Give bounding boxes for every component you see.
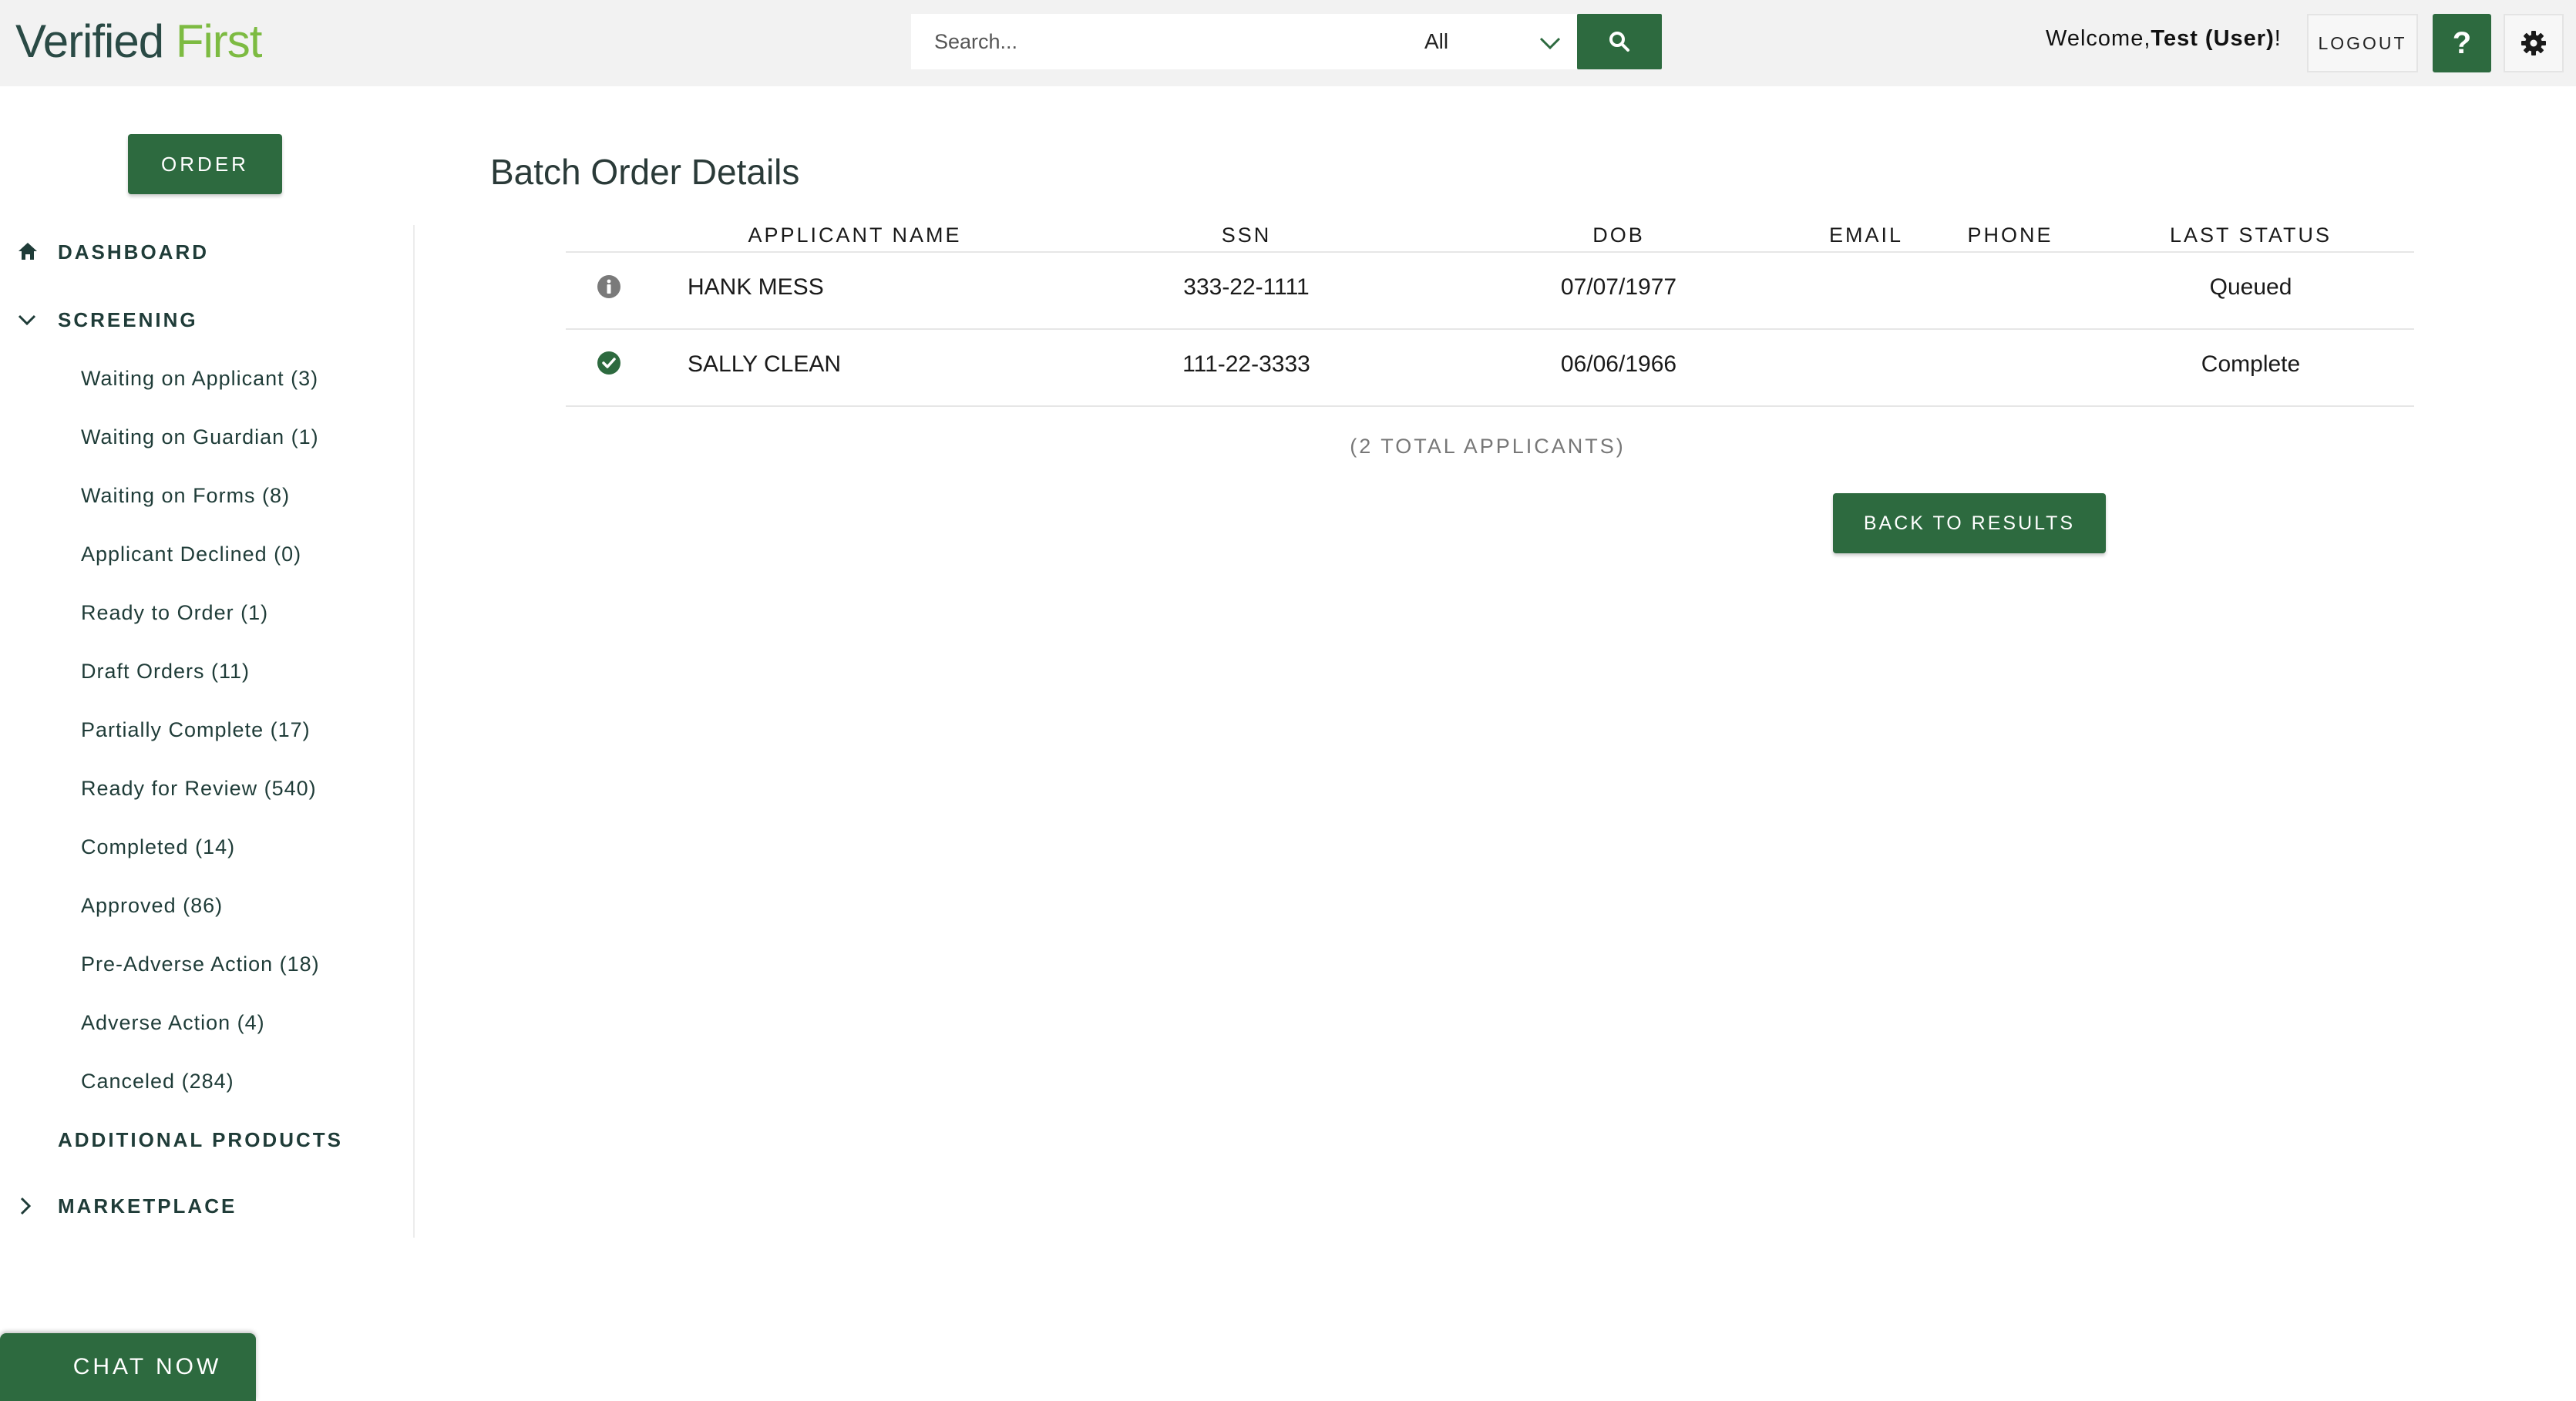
- sidebar-item-ready-for-review[interactable]: Ready for Review (540): [81, 773, 317, 804]
- applicant-name[interactable]: HANK MESS: [688, 274, 824, 301]
- chevron-down-icon[interactable]: [17, 311, 37, 328]
- table-row-divider: [566, 405, 2414, 407]
- applicant-name[interactable]: SALLY CLEAN: [688, 351, 841, 378]
- verified-first-logo[interactable]: Verified First: [15, 11, 263, 72]
- page-title: Batch Order Details: [490, 152, 800, 192]
- welcome-message: Welcome,Test (User)!: [2046, 26, 2282, 52]
- chevron-down-icon: [1539, 37, 1561, 50]
- back-to-results-button[interactable]: BACK TO RESULTS: [1833, 493, 2106, 553]
- applicant-dob: 07/07/1977: [1560, 274, 1677, 300]
- logo-word-first: First: [175, 15, 263, 67]
- sidebar-item-additional-products[interactable]: ADDITIONAL PRODUCTS: [58, 1124, 343, 1155]
- info-icon[interactable]: [597, 274, 621, 299]
- applicant-last-status: Complete: [2201, 351, 2301, 377]
- table-row-divider: [566, 328, 2414, 330]
- sidebar-item-label: MARKETPLACE: [58, 1194, 237, 1218]
- chat-now-button[interactable]: CHAT NOW: [0, 1333, 256, 1401]
- column-header-email[interactable]: EMAIL: [1829, 223, 1903, 247]
- sidebar-item-dashboard[interactable]: DASHBOARD: [58, 237, 209, 267]
- chevron-right-icon[interactable]: [17, 1196, 34, 1216]
- column-header-dob[interactable]: DOB: [1592, 223, 1645, 247]
- sidebar-item-marketplace[interactable]: MARKETPLACE: [58, 1191, 237, 1221]
- sidebar-item-approved[interactable]: Approved (86): [81, 890, 223, 921]
- logo-word-verified: Verified: [15, 15, 164, 67]
- sidebar-item-label: SCREENING: [58, 307, 198, 331]
- sidebar-item-screening[interactable]: SCREENING: [58, 304, 198, 335]
- column-header-phone[interactable]: PHONE: [1967, 223, 2053, 247]
- sidebar-item-waiting-on-guardian[interactable]: Waiting on Guardian (1): [81, 422, 319, 452]
- sidebar-item-label: DASHBOARD: [58, 240, 209, 264]
- top-header: Verified First All Welcome,Test (User)! …: [0, 0, 2576, 86]
- gear-icon: [2521, 31, 2546, 55]
- sidebar-item-completed[interactable]: Completed (14): [81, 832, 235, 862]
- sidebar-item-waiting-on-applicant[interactable]: Waiting on Applicant (3): [81, 363, 318, 394]
- applicant-ssn: 111-22-3333: [1182, 351, 1310, 377]
- column-header-applicant-name[interactable]: APPLICANT NAME: [748, 223, 961, 247]
- search-scope-select[interactable]: All: [1404, 14, 1577, 69]
- search-button[interactable]: [1577, 14, 1662, 69]
- applicant-ssn: 333-22-1111: [1183, 274, 1310, 300]
- applicant-dob: 06/06/1966: [1560, 351, 1677, 377]
- search-scope-value: All: [1424, 29, 1449, 53]
- column-header-ssn[interactable]: SSN: [1222, 223, 1272, 247]
- sidebar-item-ready-to-order[interactable]: Ready to Order (1): [81, 597, 268, 628]
- sidebar-item-pre-adverse-action[interactable]: Pre-Adverse Action (18): [81, 949, 320, 979]
- sidebar-item-applicant-declined[interactable]: Applicant Declined (0): [81, 539, 301, 569]
- question-mark-icon: ?: [2452, 25, 2472, 60]
- logout-button[interactable]: LOGOUT: [2307, 14, 2418, 72]
- check-circle-icon[interactable]: [597, 351, 621, 375]
- sidebar-item-adverse-action[interactable]: Adverse Action (4): [81, 1007, 265, 1038]
- sidebar-item-canceled[interactable]: Canceled (284): [81, 1066, 234, 1097]
- sidebar-item-label: ADDITIONAL PRODUCTS: [58, 1127, 343, 1151]
- welcome-prefix: Welcome,: [2046, 26, 2151, 51]
- help-button[interactable]: ?: [2433, 14, 2491, 72]
- column-header-last-status[interactable]: LAST STATUS: [2170, 223, 2332, 247]
- total-applicants-count: (2 TOTAL APPLICANTS): [1350, 435, 1626, 458]
- sidebar-divider: [413, 225, 415, 1238]
- search-bar: All: [911, 14, 1577, 69]
- home-icon: [18, 243, 37, 260]
- settings-button[interactable]: [2504, 14, 2564, 72]
- sidebar-item-waiting-on-forms[interactable]: Waiting on Forms (8): [81, 480, 290, 511]
- welcome-suffix: !: [2274, 26, 2282, 51]
- sidebar-item-draft-orders[interactable]: Draft Orders (11): [81, 656, 250, 687]
- search-icon: [1609, 32, 1629, 52]
- table-header-divider: [566, 251, 2414, 253]
- search-input[interactable]: [911, 14, 1404, 69]
- sidebar-item-partially-complete[interactable]: Partially Complete (17): [81, 714, 311, 745]
- welcome-user-name: Test (User): [2151, 26, 2275, 51]
- order-button[interactable]: ORDER: [128, 134, 282, 194]
- chat-now-label: CHAT NOW: [72, 1354, 222, 1379]
- applicant-last-status: Queued: [2209, 274, 2292, 300]
